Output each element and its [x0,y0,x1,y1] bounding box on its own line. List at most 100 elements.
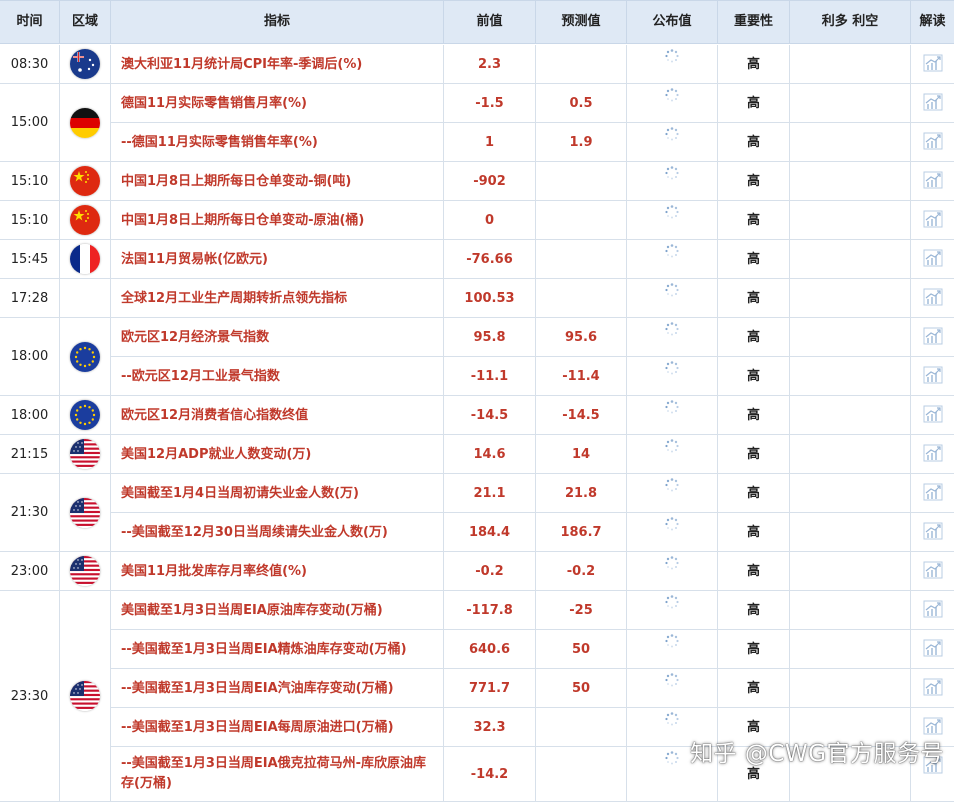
analysis-button[interactable] [911,357,954,396]
time-cell: 15:00 [0,84,60,162]
analysis-button[interactable] [911,84,954,123]
chart-icon[interactable] [923,361,943,384]
indicator-name[interactable]: 美国截至1月4日当周初请失业金人数(万) [111,474,444,513]
indicator-name[interactable]: --欧元区12月工业景气指数 [111,357,444,396]
chart-icon[interactable] [923,517,943,540]
chart-icon[interactable] [923,322,943,345]
analysis-button[interactable] [911,201,954,240]
analysis-button[interactable] [911,162,954,201]
analysis-button[interactable] [911,435,954,474]
chart-icon[interactable] [923,49,943,72]
analysis-button[interactable] [911,123,954,162]
header-time: 时间 [0,1,60,43]
chart-icon[interactable] [923,595,943,618]
chart-icon[interactable] [923,712,943,735]
indicator-name[interactable]: --德国11月实际零售销售年率(%) [111,123,444,162]
indicator-name[interactable]: --美国截至1月3日当周EIA精炼油库存变动(万桶) [111,630,444,669]
analysis-button[interactable] [911,630,954,669]
indicator-name[interactable]: 美国截至1月3日当周EIA原油库存变动(万桶) [111,591,444,630]
previous-value: -11.1 [444,357,536,396]
indicator-name[interactable]: --美国截至12月30日当周续请失业金人数(万) [111,513,444,552]
table-row: 美国截至1月4日当周初请失业金人数(万) 21.1 21.8 高 [0,474,954,513]
forecast-value: 14 [536,435,627,474]
table-row: --美国截至1月3日当周EIA精炼油库存变动(万桶) 640.6 50 高 [0,630,954,669]
indicator-name[interactable]: 法国11月贸易帐(亿欧元) [111,240,444,279]
actual-value [627,318,718,357]
chart-icon[interactable] [923,439,943,462]
actual-value [627,123,718,162]
indicator-name[interactable]: 澳大利亚11月统计局CPI年率-季调后(%) [111,45,444,84]
table-row: 澳大利亚11月统计局CPI年率-季调后(%) 2.3 高 [0,45,954,84]
indicator-name[interactable]: --美国截至1月3日当周EIA汽油库存变动(万桶) [111,669,444,708]
indicator-name[interactable]: --美国截至1月3日当周EIA每周原油进口(万桶) [111,708,444,747]
table-row: --欧元区12月工业景气指数 -11.1 -11.4 高 [0,357,954,396]
actual-value [627,474,718,513]
table-row: 欧元区12月消费者信心指数终值 -14.5 -14.5 高 [0,396,954,435]
chart-icon[interactable] [923,556,943,579]
analysis-button[interactable] [911,552,954,591]
actual-value [627,513,718,552]
event-time: 15:45 [10,251,49,267]
chart-icon[interactable] [923,88,943,111]
chart-icon[interactable] [923,166,943,189]
analysis-button[interactable] [911,318,954,357]
analysis-button[interactable] [911,591,954,630]
impact-cell [790,396,911,435]
indicator-name[interactable]: 中国1月8日上期所每日仓单变动-铜(吨) [111,162,444,201]
chart-icon[interactable] [923,634,943,657]
region-cell [60,201,111,240]
indicator-name[interactable]: 德国11月实际零售销售月率(%) [111,84,444,123]
indicator-name[interactable]: 美国12月ADP就业人数变动(万) [111,435,444,474]
time-cell: 15:45 [0,240,60,279]
chart-icon[interactable] [923,400,943,423]
previous-value: 2.3 [444,45,536,84]
analysis-button[interactable] [911,396,954,435]
indicator-name[interactable]: 中国1月8日上期所每日仓单变动-原油(桶) [111,201,444,240]
previous-value: -117.8 [444,591,536,630]
forecast-value [536,201,627,240]
previous-value: -14.5 [444,396,536,435]
previous-value: -1.5 [444,84,536,123]
indicator-name[interactable]: 美国11月批发库存月率终值(%) [111,552,444,591]
importance-value: 高 [718,357,790,396]
chart-icon[interactable] [923,244,943,267]
header-analysis: 解读 [919,14,946,29]
watermark: 知乎 @CWG官方服务号 [690,741,944,767]
analysis-button[interactable] [911,669,954,708]
chart-icon[interactable] [923,478,943,501]
chart-icon[interactable] [923,283,943,306]
analysis-button[interactable] [911,240,954,279]
region-cell [60,279,111,318]
loading-spinner-icon [664,314,680,336]
indicator-name[interactable]: 欧元区12月经济景气指数 [111,318,444,357]
indicator-name[interactable]: --美国截至1月3日当周EIA俄克拉荷马州-库欣原油库存(万桶) [111,747,444,802]
indicator-name[interactable]: 欧元区12月消费者信心指数终值 [111,396,444,435]
previous-value: -0.2 [444,552,536,591]
chart-icon[interactable] [923,673,943,696]
loading-spinner-icon [664,626,680,648]
header-actual: 公布值 [627,1,718,43]
indicator-name[interactable]: 全球12月工业生产周期转折点领先指标 [111,279,444,318]
forecast-value [536,747,627,802]
forecast-value [536,708,627,747]
forecast-value [536,279,627,318]
chart-icon[interactable] [923,205,943,228]
loading-spinner-icon [664,509,680,531]
loading-spinner-icon [664,119,680,141]
region-cell [60,45,111,84]
header-region: 区域 [60,1,111,43]
forecast-value [536,45,627,84]
usa-flag [70,681,100,711]
analysis-button[interactable] [911,474,954,513]
impact-cell [790,669,911,708]
previous-value: -902 [444,162,536,201]
forecast-value: 21.8 [536,474,627,513]
analysis-button[interactable] [911,45,954,84]
china-flag [70,205,100,235]
analysis-button[interactable] [911,279,954,318]
region-cell [60,552,111,591]
analysis-button[interactable] [911,513,954,552]
loading-spinner-icon [664,80,680,102]
loading-spinner-icon [664,665,680,687]
chart-icon[interactable] [923,127,943,150]
